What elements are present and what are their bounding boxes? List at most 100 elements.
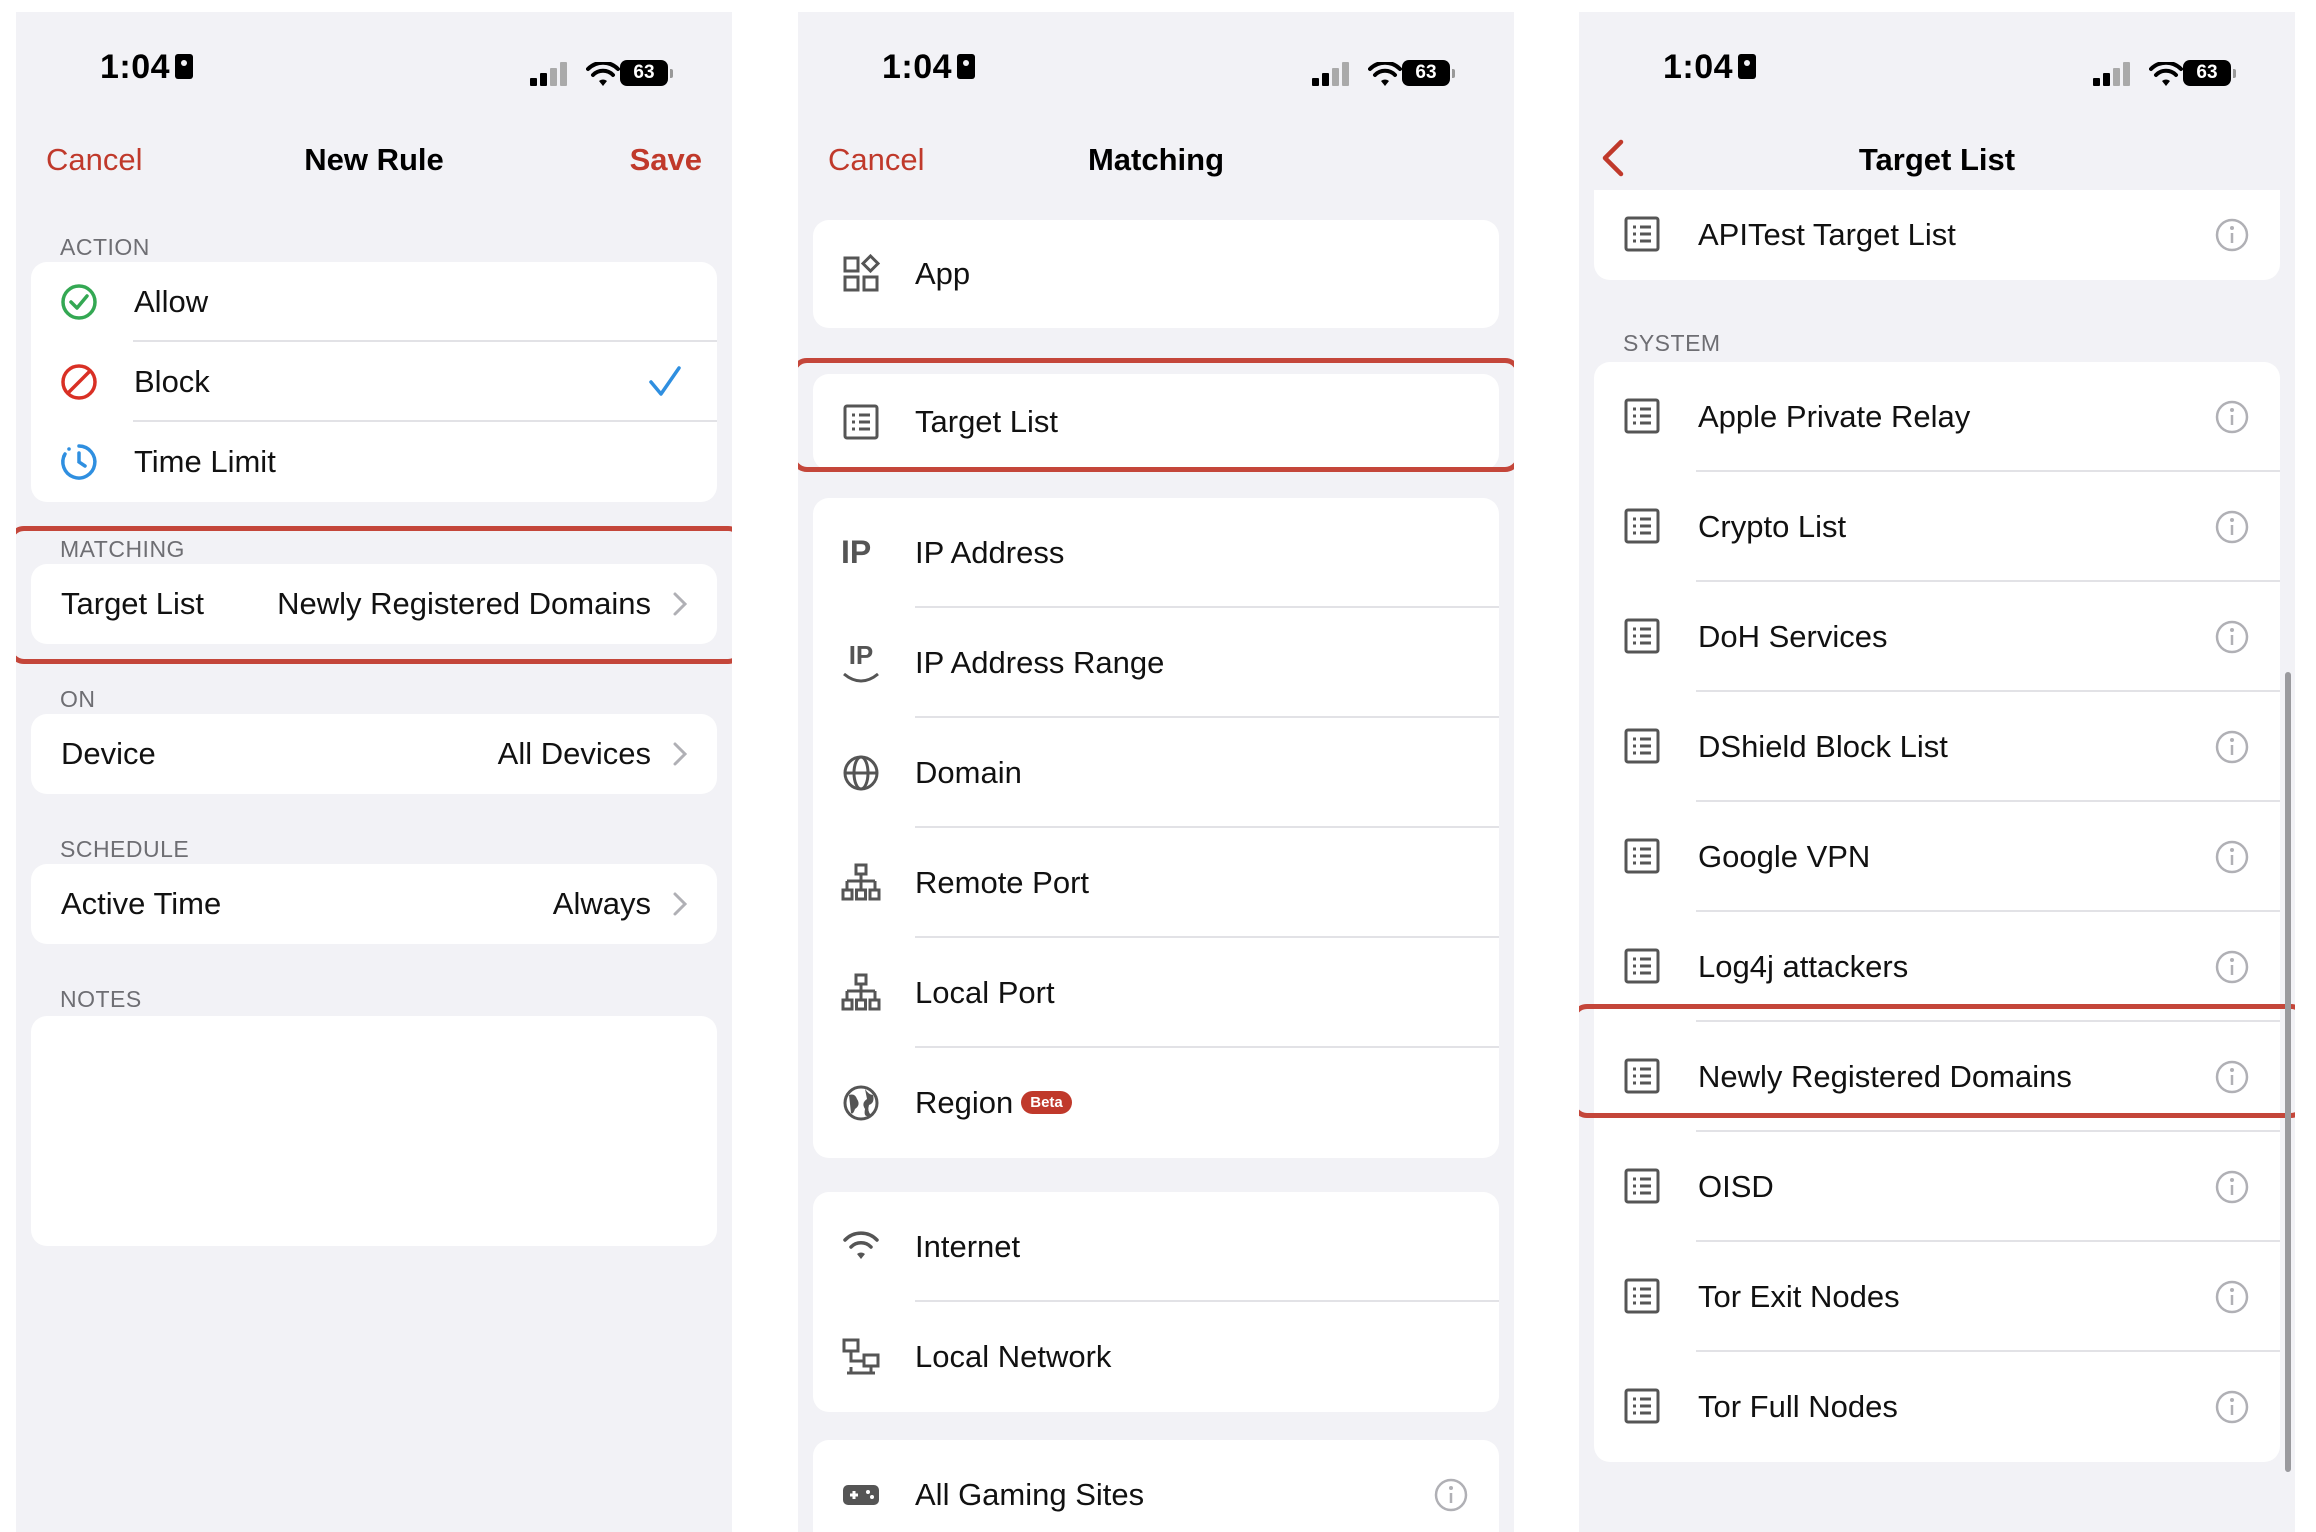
schedule-card: Active Time Always <box>31 864 717 944</box>
notes-input[interactable] <box>31 1016 717 1246</box>
row-label: Active Time <box>61 886 222 921</box>
battery-icon: 63 <box>1402 60 1455 86</box>
battery-icon: 63 <box>2183 60 2236 86</box>
checkmark-icon <box>649 366 681 396</box>
status-time: 1:04 <box>1663 48 1757 87</box>
cellular-signal-icon <box>1312 62 1352 86</box>
network-icon <box>841 973 881 1011</box>
item-label: Region Beta <box>915 1085 1072 1121</box>
info-icon[interactable] <box>2214 949 2250 985</box>
info-icon[interactable] <box>2214 217 2250 253</box>
section-header-notes: NOTES <box>60 986 142 1012</box>
item-label: Local Port <box>915 975 1055 1010</box>
status-time: 1:04 <box>882 48 976 87</box>
target-list-item[interactable]: Tor Exit Nodes <box>1594 1242 2280 1352</box>
row-label: Device <box>61 736 156 771</box>
scrollbar[interactable] <box>2285 672 2291 1472</box>
earth-icon <box>843 1085 879 1121</box>
matching-item-ip-range[interactable]: IP IP Address Range <box>813 608 1499 718</box>
nav-bar: Cancel New Rule Save <box>16 116 732 204</box>
info-icon[interactable] <box>1433 1477 1469 1513</box>
matching-item-gaming[interactable]: All Gaming Sites <box>813 1440 1499 1532</box>
status-bar: 1:04 63 <box>798 12 1514 116</box>
item-label: OISD <box>1698 1169 1774 1204</box>
item-label: All Gaming Sites <box>915 1477 1145 1512</box>
highlight-box <box>16 526 732 664</box>
target-list-item[interactable]: OISD <box>1594 1132 2280 1242</box>
section-header-schedule: SCHEDULE <box>60 836 190 862</box>
ip-icon: IP <box>841 534 872 570</box>
matching-group-gaming: All Gaming Sites <box>813 1440 1499 1532</box>
section-header-on: ON <box>60 686 96 712</box>
item-label: Remote Port <box>915 865 1090 900</box>
info-icon[interactable] <box>2214 839 2250 875</box>
device-row[interactable]: Device All Devices <box>31 714 717 794</box>
clock-icon <box>61 444 97 480</box>
chevron-right-icon <box>673 742 688 766</box>
info-icon[interactable] <box>2214 1279 2250 1315</box>
page-title: New Rule <box>304 142 444 177</box>
matching-item-app[interactable]: App <box>813 220 1499 328</box>
row-value: Always <box>552 886 651 921</box>
matching-item-region[interactable]: Region Beta <box>813 1048 1499 1158</box>
list-icon <box>1624 838 1660 874</box>
network-icon <box>841 863 881 901</box>
save-button[interactable]: Save <box>630 142 702 178</box>
row-value: All Devices <box>497 736 651 771</box>
highlight-box <box>1579 1004 2295 1118</box>
target-list-item[interactable]: Apple Private Relay <box>1594 362 2280 472</box>
target-list-item[interactable]: Tor Full Nodes <box>1594 1352 2280 1462</box>
matching-item-domain[interactable]: Domain <box>813 718 1499 828</box>
info-icon[interactable] <box>2214 399 2250 435</box>
globe-icon <box>843 755 879 791</box>
matching-item-local-port[interactable]: Local Port <box>813 938 1499 1048</box>
matching-group-connection: Internet Local Network <box>813 1192 1499 1412</box>
list-icon <box>1624 398 1660 434</box>
section-header-action: ACTION <box>60 234 150 260</box>
active-time-row[interactable]: Active Time Always <box>31 864 717 944</box>
matching-screen: 1:04 63 Cancel Matching App Target List … <box>798 12 1514 1532</box>
target-list-item[interactable]: Google VPN <box>1594 802 2280 912</box>
item-label: Local Network <box>915 1339 1112 1374</box>
cellular-signal-icon <box>530 62 570 86</box>
list-icon <box>1624 508 1660 544</box>
item-label: Google VPN <box>1698 839 1871 874</box>
device-card: Device All Devices <box>31 714 717 794</box>
item-label: Apple Private Relay <box>1698 399 1971 434</box>
wifi-icon <box>586 62 620 86</box>
section-header-system: SYSTEM <box>1623 330 1721 356</box>
battery-icon: 63 <box>620 60 673 86</box>
info-icon[interactable] <box>2214 509 2250 545</box>
status-bar: 1:04 63 <box>1579 12 2295 116</box>
action-allow[interactable]: Allow <box>31 262 717 342</box>
local-network-icon <box>842 1338 880 1375</box>
matching-item-local-network[interactable]: Local Network <box>813 1302 1499 1412</box>
target-list-item[interactable]: DoH Services <box>1594 582 2280 692</box>
status-bar: 1:04 63 <box>16 12 732 116</box>
list-icon <box>1624 618 1660 654</box>
target-list-item[interactable]: Crypto List <box>1594 472 2280 582</box>
action-block[interactable]: Block <box>31 342 717 422</box>
target-list-screen: 1:04 63 Target List APITest Target List … <box>1579 12 2295 1532</box>
matching-item-ip-address[interactable]: IP IP Address <box>813 498 1499 608</box>
matching-item-remote-port[interactable]: Remote Port <box>813 828 1499 938</box>
page-title: Matching <box>1087 142 1225 177</box>
info-icon[interactable] <box>2214 1389 2250 1425</box>
gamepad-icon <box>843 1485 879 1505</box>
nav-bar: Cancel Matching <box>798 116 1514 204</box>
matching-group-app: App <box>813 220 1499 328</box>
target-list-item[interactable]: APITest Target List <box>1594 190 2280 280</box>
info-icon[interactable] <box>2214 1169 2250 1205</box>
list-icon <box>1624 1388 1660 1424</box>
info-icon[interactable] <box>2214 729 2250 765</box>
block-icon <box>61 364 97 400</box>
info-icon[interactable] <box>2214 619 2250 655</box>
apps-icon <box>843 254 881 292</box>
matching-item-internet[interactable]: Internet <box>813 1192 1499 1302</box>
action-time-limit[interactable]: Time Limit <box>31 422 717 502</box>
item-label: Log4j attackers <box>1698 949 1909 984</box>
check-circle-icon <box>61 284 97 320</box>
item-label: Internet <box>915 1229 1021 1264</box>
target-list-item[interactable]: DShield Block List <box>1594 692 2280 802</box>
matching-group-network: IP IP Address IP IP Address Range Domain… <box>813 498 1499 1158</box>
